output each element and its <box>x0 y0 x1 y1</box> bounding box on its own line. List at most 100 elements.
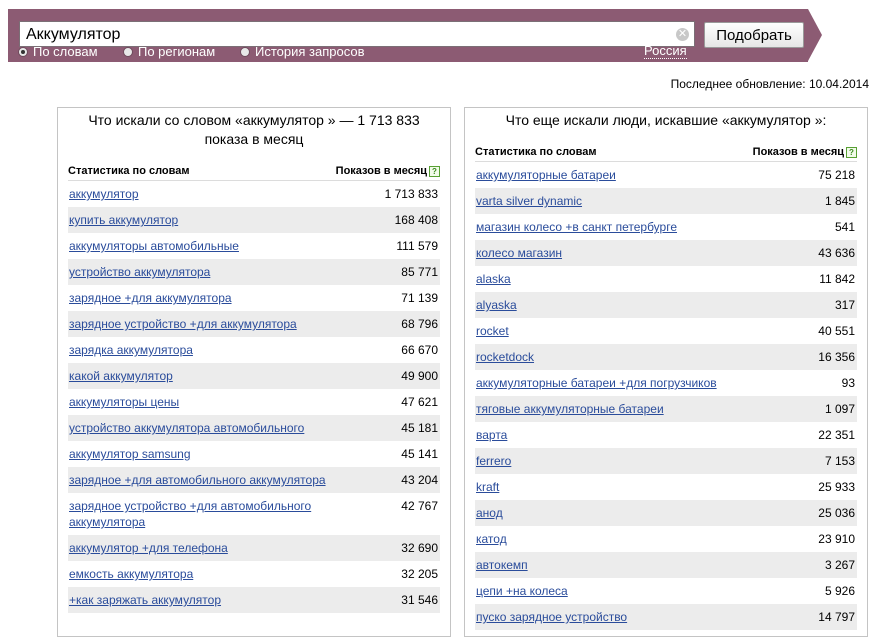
left-table-header: Статистика по словам Показов в месяц ? <box>68 163 440 181</box>
phrase-link[interactable]: alyaska <box>476 297 517 313</box>
impressions-count: 45 181 <box>401 421 438 435</box>
impressions-count: 43 636 <box>818 246 855 260</box>
phrase-link[interactable]: rocket <box>476 323 509 339</box>
table-row: kraft 25 933 <box>475 474 857 500</box>
phrase-link[interactable]: ferrero <box>476 453 511 469</box>
mode-by-words[interactable]: По словам <box>18 44 98 59</box>
table-row: alyaska 317 <box>475 292 857 318</box>
impressions-count: 25 933 <box>818 480 855 494</box>
phrase-link[interactable]: тяговые аккумуляторные батареи <box>476 401 664 417</box>
table-row: rocketdock 16 356 <box>475 344 857 370</box>
phrase-link[interactable]: колесо магазин <box>476 245 562 261</box>
table-row: зарядное +для автомобильного аккумулятор… <box>68 467 440 493</box>
phrase-link[interactable]: аккумулятор samsung <box>69 446 191 462</box>
table-row: анод 25 036 <box>475 500 857 526</box>
mode-by-words-label: По словам <box>33 44 98 59</box>
right-col-count-label: Показов в месяц <box>752 146 844 158</box>
phrase-link[interactable]: какой аккумулятор <box>69 368 173 384</box>
phrase-link[interactable]: анод <box>476 505 503 521</box>
phrase-link[interactable]: цепи +на колеса <box>476 583 568 599</box>
impressions-count: 11 842 <box>819 272 855 286</box>
radio-unchecked-icon[interactable] <box>240 46 250 57</box>
impressions-count: 49 900 <box>401 369 438 383</box>
impressions-count: 111 579 <box>396 239 438 253</box>
phrase-link[interactable]: kraft <box>476 479 499 495</box>
phrase-link[interactable]: зарядное +для аккумулятора <box>69 290 232 306</box>
phrase-link[interactable]: зарядное устройство +для аккумулятора <box>69 316 297 332</box>
impressions-count: 23 910 <box>818 532 855 546</box>
table-row: аккумуляторные батареи +для погрузчиков 9… <box>475 370 857 396</box>
phrase-link[interactable]: варта <box>476 427 507 443</box>
impressions-count: 1 097 <box>824 402 855 416</box>
phrase-link[interactable]: емкость аккумулятора <box>69 566 193 582</box>
table-row: аккумуляторные батареи 75 218 <box>475 162 857 188</box>
left-panel-word-stats: Что искали со словом «аккумулятор » — 1 … <box>57 107 451 637</box>
table-row: емкость аккумулятора 32 205 <box>68 561 440 587</box>
phrase-link[interactable]: автокемп <box>476 557 528 573</box>
radio-unchecked-icon[interactable] <box>123 46 133 57</box>
last-update-text: Последнее обновление: 10.04.2014 <box>670 77 869 91</box>
mode-by-regions-label: По регионам <box>138 44 216 59</box>
phrase-link[interactable]: устройство аккумулятора <box>69 264 210 280</box>
mode-by-regions[interactable]: По регионам <box>123 44 215 59</box>
table-row: аккумулятор +для телефона 32 690 <box>68 535 440 561</box>
impressions-count: 1 845 <box>824 194 855 208</box>
phrase-link[interactable]: аккумулятор <box>69 186 139 202</box>
phrase-link[interactable]: varta silver dynamic <box>476 193 582 209</box>
left-col-count-label: Показов в месяц <box>335 165 427 177</box>
table-row: зарядное устройство +для аккумулятора 68 … <box>68 311 440 337</box>
table-row: колесо магазин 43 636 <box>475 240 857 266</box>
phrase-link[interactable]: зарядное +для автомобильного аккумулятор… <box>69 472 326 488</box>
mode-query-history[interactable]: История запросов <box>240 44 365 59</box>
impressions-count: 85 771 <box>401 265 438 279</box>
impressions-count: 168 408 <box>394 213 438 227</box>
right-panel-related-searches: Что еще искали люди, искавшие «аккумулят… <box>464 107 868 637</box>
impressions-count: 71 139 <box>401 291 438 305</box>
right-table-header: Статистика по словам Показов в месяц ? <box>475 144 857 162</box>
table-row: зарядное +для аккумулятора 71 139 <box>68 285 440 311</box>
impressions-count: 317 <box>834 298 855 312</box>
table-row: купить аккумулятор 168 408 <box>68 207 440 233</box>
phrase-link[interactable]: alaska <box>476 271 511 287</box>
phrase-link[interactable]: аккумуляторные батареи <box>476 167 616 183</box>
phrase-link[interactable]: зарядное устройство +для автомобильного … <box>69 498 349 530</box>
table-row: тяговые аккумуляторные батареи 1 097 <box>475 396 857 422</box>
phrase-link[interactable]: +как заряжать аккумулятор <box>69 592 221 608</box>
table-row: варта 22 351 <box>475 422 857 448</box>
impressions-count: 32 205 <box>401 567 438 581</box>
impressions-count: 68 796 <box>401 317 438 331</box>
impressions-count: 47 621 <box>401 395 438 409</box>
table-row: автокемп 3 267 <box>475 552 857 578</box>
help-icon[interactable]: ? <box>846 146 857 158</box>
table-row: магазин колесо +в санкт петербурге 541 <box>475 214 857 240</box>
right-col-count-header: Показов в месяц ? <box>753 146 857 158</box>
table-row: зарядка аккумулятора 66 670 <box>68 337 440 363</box>
region-selector-link[interactable]: Россия <box>644 44 687 59</box>
phrase-link[interactable]: устройство аккумулятора автомобильного <box>69 420 304 436</box>
radio-checked-icon[interactable] <box>18 46 28 57</box>
phrase-link[interactable]: аккумуляторы автомобильные <box>69 238 239 254</box>
impressions-count: 75 218 <box>818 168 855 182</box>
phrase-link[interactable]: катод <box>476 531 507 547</box>
phrase-link[interactable]: rocketdock <box>476 349 534 365</box>
help-icon[interactable]: ? <box>429 165 440 177</box>
phrase-link[interactable]: аккумулятор +для телефона <box>69 540 228 556</box>
phrase-link[interactable]: аккумуляторы цены <box>69 394 179 410</box>
mode-query-history-label: История запросов <box>255 44 365 59</box>
table-row: аккумулятор samsung 45 141 <box>68 441 440 467</box>
table-row: +как заряжать аккумулятор 31 546 <box>68 587 440 613</box>
impressions-count: 66 670 <box>401 343 438 357</box>
phrase-link[interactable]: зарядка аккумулятора <box>69 342 193 358</box>
phrase-link[interactable]: аккумуляторные батареи +для погрузчиков <box>476 375 717 391</box>
clear-icon[interactable]: ✕ <box>676 28 689 41</box>
search-bar-arrow <box>808 9 822 61</box>
impressions-count: 7 153 <box>824 454 855 468</box>
phrase-link[interactable]: купить аккумулятор <box>69 212 178 228</box>
phrase-link[interactable]: магазин колесо +в санкт петербурге <box>476 219 677 235</box>
impressions-count: 93 <box>841 376 855 390</box>
left-panel-title: Что искали со словом «аккумулятор » — 1 … <box>88 112 420 147</box>
table-row: какой аккумулятор 49 900 <box>68 363 440 389</box>
table-row: varta silver dynamic 1 845 <box>475 188 857 214</box>
impressions-count: 5 926 <box>824 584 855 598</box>
impressions-count: 541 <box>834 220 855 234</box>
